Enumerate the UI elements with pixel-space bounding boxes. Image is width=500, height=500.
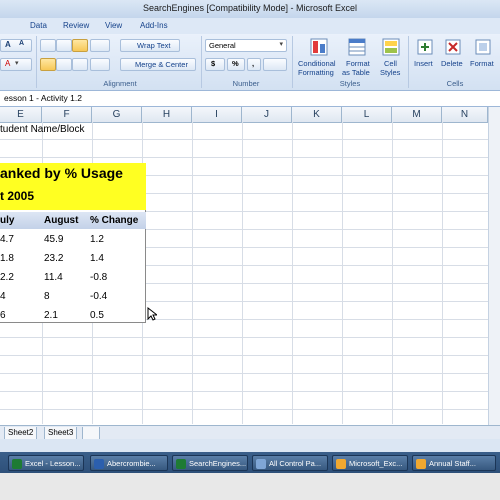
- tab-review[interactable]: Review: [63, 21, 89, 30]
- table-cell[interactable]: 4.7: [0, 234, 14, 245]
- tab-view[interactable]: View: [105, 21, 122, 30]
- align-center-button[interactable]: [56, 58, 72, 71]
- align-bottom-button[interactable]: [72, 39, 88, 52]
- align-middle-button[interactable]: [56, 39, 72, 52]
- taskbar-item[interactable]: Excel - Lesson...: [8, 455, 84, 471]
- column-header[interactable]: K: [292, 107, 342, 122]
- column-header[interactable]: M: [392, 107, 442, 122]
- folder-icon: [336, 459, 346, 469]
- table-cell[interactable]: 4: [0, 291, 6, 302]
- ribbon: A A A ▾ Wrap Text Merge & Center Alignme…: [0, 34, 500, 91]
- table-title-line1[interactable]: anked by % Usage: [0, 165, 123, 181]
- taskbar-item[interactable]: Abercrombie...: [90, 455, 168, 471]
- table-cell[interactable]: 1.8: [0, 253, 14, 264]
- window-title: SearchEngines [Compatibility Mode] - Mic…: [142, 3, 358, 13]
- vertical-scrollbar[interactable]: [488, 107, 500, 425]
- ribbon-tab-bar: Data Review View Add-Ins: [0, 18, 500, 35]
- delete-cells-icon[interactable]: [444, 38, 462, 56]
- wrap-text-button[interactable]: Wrap Text: [120, 39, 180, 52]
- sheet-tab-bar: Sheet2 Sheet3: [0, 425, 500, 440]
- font-size-buttons[interactable]: A A: [0, 39, 32, 52]
- indent-button[interactable]: [90, 58, 110, 71]
- table-cell[interactable]: 0.5: [90, 310, 104, 321]
- header-july[interactable]: uly: [0, 215, 14, 226]
- column-header[interactable]: I: [192, 107, 242, 122]
- control-panel-icon: [256, 459, 266, 469]
- comma-button[interactable]: ,: [247, 58, 261, 71]
- table-cell[interactable]: 11.4: [44, 272, 63, 283]
- column-header-row: E F G H I J K L M N: [0, 107, 500, 123]
- student-name-cell[interactable]: tudent Name/Block: [0, 124, 85, 135]
- table-cell[interactable]: 2.1: [44, 310, 58, 321]
- percent-button[interactable]: %: [227, 58, 245, 71]
- font-color-button[interactable]: A ▾: [0, 58, 32, 71]
- conditional-formatting-icon[interactable]: [310, 38, 328, 56]
- table-cell[interactable]: 23.2: [44, 253, 63, 264]
- styles-group-label: Styles: [339, 79, 361, 88]
- table-cell[interactable]: 1.2: [90, 234, 104, 245]
- format-cells-icon[interactable]: [474, 38, 492, 56]
- column-header[interactable]: H: [142, 107, 192, 122]
- decimal-buttons[interactable]: [263, 58, 287, 71]
- currency-button[interactable]: $: [205, 58, 225, 71]
- table-cell[interactable]: 6: [0, 310, 6, 321]
- table-title-line2[interactable]: t 2005: [0, 189, 34, 203]
- excel-icon: [176, 459, 186, 469]
- orientation-button[interactable]: [90, 39, 110, 52]
- header-percent-change[interactable]: % Change: [90, 215, 138, 226]
- align-top-button[interactable]: [40, 39, 56, 52]
- status-bar: [0, 439, 500, 452]
- cell-styles-icon[interactable]: [382, 38, 400, 56]
- video-frame-band: [0, 473, 500, 500]
- format-as-table-icon[interactable]: [348, 38, 366, 56]
- chevron-down-icon: ▾: [279, 41, 283, 48]
- table-cell[interactable]: 45.9: [44, 234, 63, 245]
- taskbar-item[interactable]: Microsoft_Exc...: [332, 455, 408, 471]
- alignment-group-label: Alignment: [103, 79, 137, 88]
- table-cell[interactable]: -0.8: [90, 272, 107, 283]
- title-bar: SearchEngines [Compatibility Mode] - Mic…: [0, 0, 500, 18]
- tab-data[interactable]: Data: [30, 21, 47, 30]
- column-header[interactable]: J: [242, 107, 292, 122]
- formula-bar[interactable]: esson 1 - Activity 1.2: [0, 91, 500, 107]
- column-header[interactable]: F: [42, 107, 92, 122]
- taskbar-item[interactable]: SearchEngines...: [172, 455, 248, 471]
- align-left-button[interactable]: [40, 58, 56, 71]
- header-august[interactable]: August: [44, 215, 78, 226]
- merge-center-button[interactable]: Merge & Center: [120, 58, 196, 71]
- table-cell[interactable]: 1.4: [90, 253, 104, 264]
- table-cell[interactable]: 8: [44, 291, 50, 302]
- mouse-cursor-icon: [147, 307, 157, 321]
- insert-cells-icon[interactable]: [416, 38, 434, 56]
- table-cell[interactable]: -0.4: [90, 291, 107, 302]
- column-header[interactable]: N: [442, 107, 488, 122]
- font-color-icon: A: [5, 59, 11, 68]
- formula-content: esson 1 - Activity 1.2: [4, 93, 82, 103]
- number-format-dropdown[interactable]: General ▾: [205, 39, 287, 52]
- column-header[interactable]: L: [342, 107, 392, 122]
- table-cell[interactable]: 2.2: [0, 272, 14, 283]
- cells-group-label: Cells: [446, 79, 464, 88]
- column-header[interactable]: E: [0, 107, 42, 122]
- tab-add-ins[interactable]: Add-Ins: [140, 21, 168, 30]
- folder-icon: [416, 459, 426, 469]
- column-header[interactable]: G: [92, 107, 142, 122]
- align-right-button[interactable]: [72, 58, 88, 71]
- excel-icon: [12, 459, 22, 469]
- number-group-label: Number: [232, 79, 260, 88]
- word-icon: [94, 459, 104, 469]
- taskbar-item[interactable]: All Control Pa...: [252, 455, 328, 471]
- taskbar-item[interactable]: Annual Staff...: [412, 455, 496, 471]
